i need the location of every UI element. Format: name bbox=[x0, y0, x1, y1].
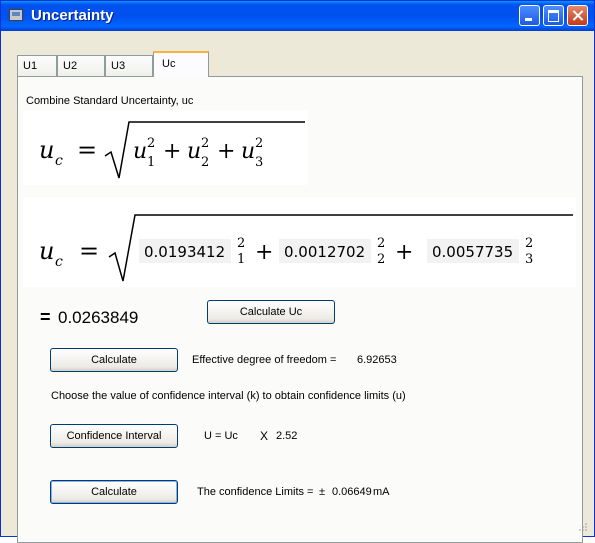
term1-sup: 2 bbox=[147, 136, 155, 151]
numeric-plus-1: + bbox=[255, 240, 273, 265]
section-title: Combine Standard Uncertainty, uc bbox=[26, 95, 194, 107]
app-icon bbox=[9, 9, 23, 21]
title-bar[interactable]: Uncertainty bbox=[1, 1, 594, 31]
close-button[interactable] bbox=[567, 5, 588, 26]
value3: 0.0057735 bbox=[432, 243, 513, 261]
confidence-interval-button[interactable]: Confidence Interval bbox=[50, 424, 178, 448]
calculate-limits-button[interactable]: Calculate bbox=[50, 480, 178, 504]
formula-equals: = bbox=[77, 136, 97, 164]
calculate-uc-button[interactable]: Calculate Uc bbox=[207, 300, 335, 324]
plus-2: + bbox=[217, 139, 235, 164]
term2-sub: 2 bbox=[201, 155, 209, 170]
term1-base: u bbox=[133, 139, 147, 164]
term2-base: u bbox=[187, 139, 201, 164]
formula-lhs: u bbox=[39, 136, 54, 164]
dof-value: 6.92653 bbox=[357, 354, 397, 366]
symbolic-formula-svg: u c = u 2 1 + u 2 2 + u 2 3 bbox=[39, 121, 305, 179]
value2-sup: 2 bbox=[377, 236, 385, 251]
term2-sup: 2 bbox=[201, 136, 209, 151]
app-window: Uncertainty U1 U2 U3 Uc Combine Standard… bbox=[0, 0, 595, 543]
term3-sub: 3 bbox=[255, 155, 263, 170]
term1-sub: 1 bbox=[147, 155, 155, 170]
u-formula-prefix: U = Uc bbox=[204, 430, 238, 442]
result-equals: = bbox=[40, 307, 51, 327]
numeric-equals: = bbox=[79, 237, 99, 265]
plus-1: + bbox=[163, 139, 181, 164]
value2: 0.0012702 bbox=[284, 243, 365, 261]
limits-label: The confidence Limits = bbox=[197, 486, 314, 498]
value2-sub: 2 bbox=[377, 252, 385, 267]
value3-sub: 3 bbox=[525, 252, 533, 267]
value1-sup: 2 bbox=[237, 236, 245, 251]
maximize-button[interactable] bbox=[543, 5, 564, 26]
value1-sub: 1 bbox=[237, 252, 245, 267]
tab-u1[interactable]: U1 bbox=[17, 55, 57, 76]
formula-lhs-sub: c bbox=[55, 153, 63, 169]
term3-base: u bbox=[241, 139, 255, 164]
resize-grip-icon[interactable] bbox=[578, 522, 588, 532]
tab-uc[interactable]: Uc bbox=[153, 51, 209, 77]
calculate-dof-button[interactable]: Calculate bbox=[50, 348, 178, 372]
numeric-plus-2: + bbox=[395, 240, 413, 265]
value3-sup: 2 bbox=[525, 236, 533, 251]
u-formula-times: X bbox=[260, 429, 269, 443]
window-title: Uncertainty bbox=[31, 7, 114, 24]
numeric-formula-svg: u c = 0.0193412 2 1 + 0.0012702 2 2 + 0.… bbox=[39, 214, 573, 282]
term3-sup: 2 bbox=[255, 136, 263, 151]
u-formula-k: 2.52 bbox=[276, 430, 298, 442]
numeric-formula: u c = 0.0193412 2 1 + 0.0012702 2 2 + 0.… bbox=[23, 197, 576, 287]
numeric-lhs-sub: c bbox=[55, 254, 63, 270]
minimize-button[interactable] bbox=[519, 5, 540, 26]
tab-u2[interactable]: U2 bbox=[57, 55, 105, 76]
window-client-area: U1 U2 U3 Uc Combine Standard Uncertainty… bbox=[5, 31, 590, 543]
limits-unit: mA bbox=[373, 486, 390, 498]
limits-pm: ± bbox=[319, 486, 326, 498]
dof-label: Effective degree of freedom = bbox=[192, 354, 337, 366]
value1: 0.0193412 bbox=[144, 243, 225, 261]
confidence-instruction: Choose the value of confidence interval … bbox=[51, 390, 406, 402]
symbolic-formula: u c = u 2 1 + u 2 2 + u 2 3 bbox=[23, 110, 308, 185]
numeric-lhs: u bbox=[39, 237, 54, 265]
result-value: 0.0263849 bbox=[58, 308, 139, 327]
tab-u3[interactable]: U3 bbox=[105, 55, 153, 76]
limits-value: 0.06649 bbox=[332, 486, 372, 498]
tab-panel-uc: Combine Standard Uncertainty, uc u c = u… bbox=[17, 76, 583, 543]
